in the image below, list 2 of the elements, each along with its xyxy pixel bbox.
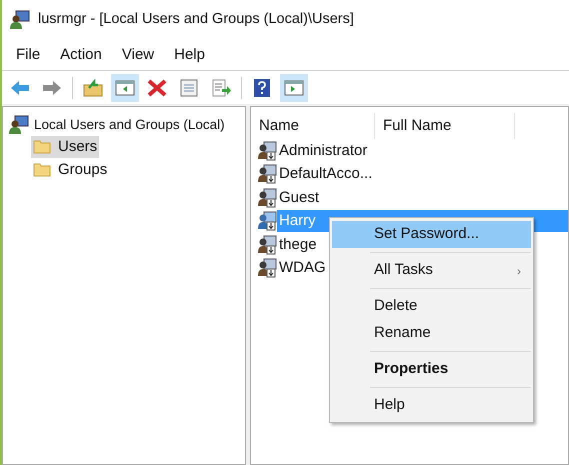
window-title: lusrmgr - [Local Users and Groups (Local)\Users]	[38, 10, 354, 30]
submenu-arrow: ›	[517, 262, 521, 280]
